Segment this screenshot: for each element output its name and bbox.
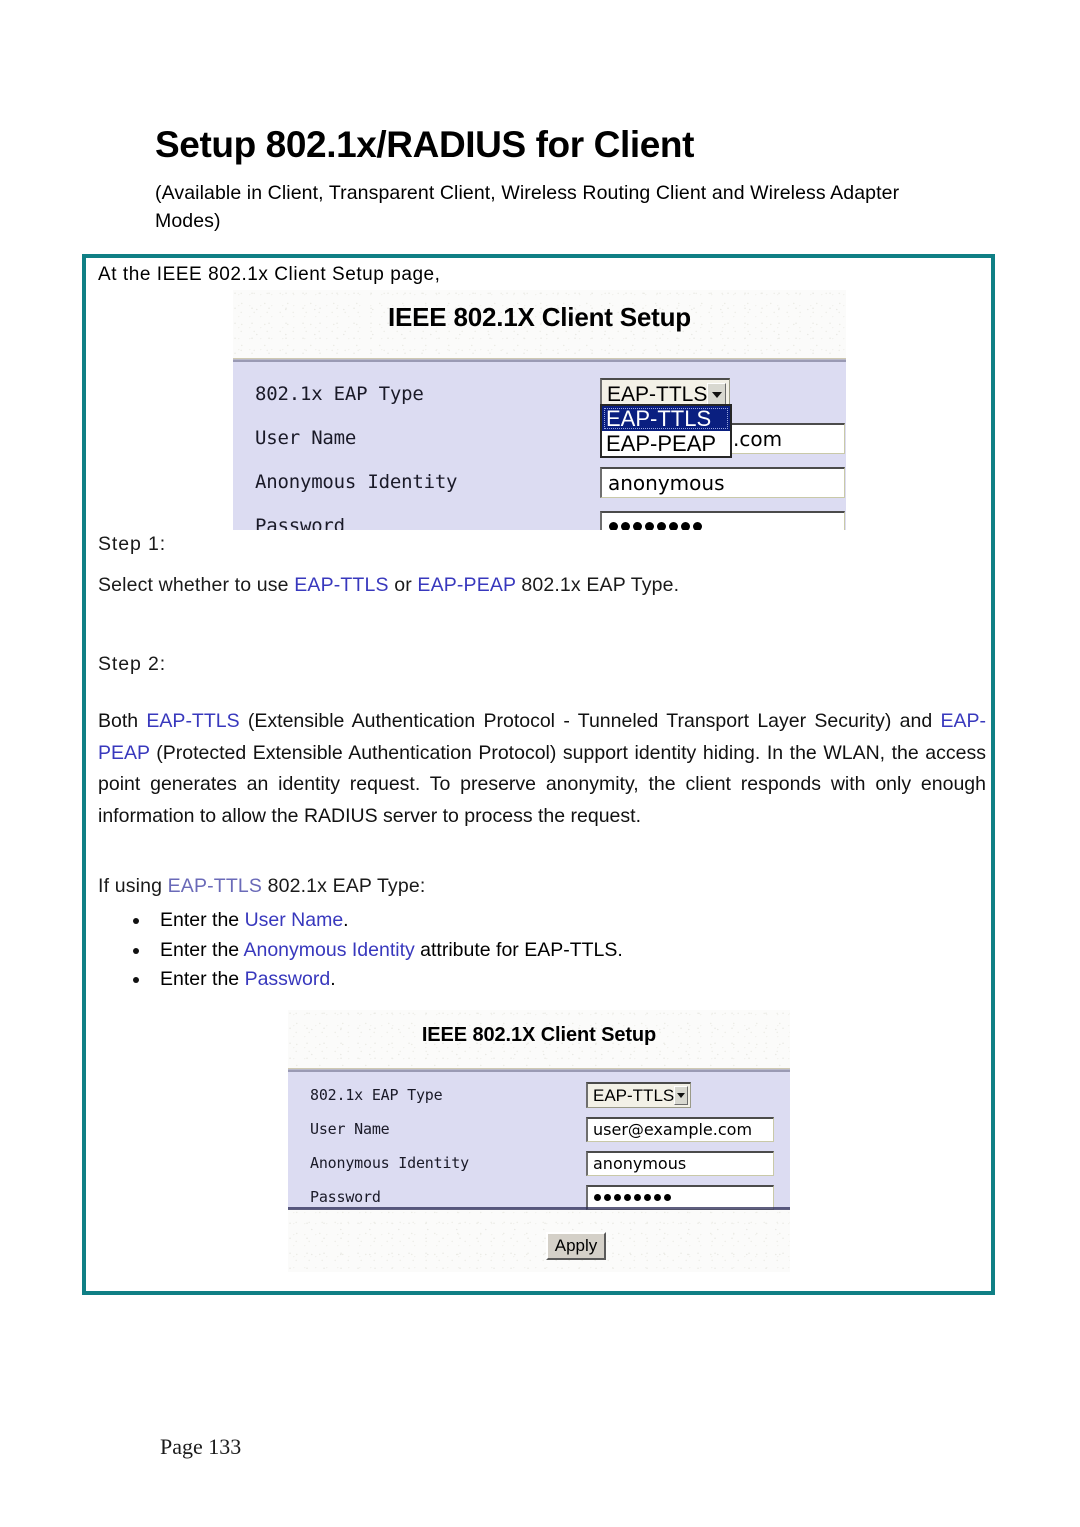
row-password: Password bbox=[233, 508, 846, 530]
screenshot-2-header-title: IEEE 802.1X Client Setup bbox=[421, 1024, 657, 1046]
chevron-down-icon[interactable] bbox=[674, 1086, 688, 1105]
label-anonymous-identity: Anonymous Identity bbox=[255, 471, 458, 493]
document-page: Setup 802.1x/RADIUS for Client (Availabl… bbox=[0, 0, 1080, 1527]
apply-button[interactable]: Apply bbox=[546, 1232, 606, 1260]
label-password-2: Password bbox=[310, 1188, 381, 1206]
if-using-prefix: If using bbox=[98, 875, 168, 897]
label-user-name-2: User Name bbox=[310, 1120, 390, 1138]
input-anonymous-identity-2-value: anonymous bbox=[593, 1154, 687, 1173]
eap-form-panel-2: 802.1x EAP Type EAP-TTLS User Name user@… bbox=[288, 1070, 790, 1210]
list-item: Enter the User Name. bbox=[98, 906, 898, 936]
instruction-bullet-list: Enter the User Name. Enter the Anonymous… bbox=[98, 906, 898, 995]
input-anonymous-identity[interactable]: anonymous bbox=[600, 466, 845, 498]
bullet-1-prefix: Enter the bbox=[160, 909, 245, 931]
page-title: Setup 802.1x/RADIUS for Client bbox=[155, 124, 695, 165]
step-1-keyword-peap: EAP-PEAP bbox=[417, 574, 516, 596]
select-eap-type-value: EAP-TTLS bbox=[607, 382, 708, 406]
bullet-dot-icon bbox=[133, 918, 139, 924]
bullet-2-keyword: Anonymous Identity bbox=[243, 938, 415, 961]
row-eap-type-2: 802.1x EAP Type EAP-TTLS bbox=[288, 1080, 790, 1110]
bullet-3-suffix: . bbox=[330, 968, 336, 991]
apply-button-label: Apply bbox=[554, 1236, 598, 1255]
label-password: Password bbox=[255, 515, 345, 530]
step-1-text-b: or bbox=[388, 574, 418, 596]
input-user-name-2-value: user@example.com bbox=[593, 1120, 753, 1139]
bullet-3-keyword: Password bbox=[244, 968, 331, 991]
input-password[interactable] bbox=[600, 510, 845, 530]
screenshot-eap-filled: IEEE 802.1X Client Setup 802.1x EAP Type… bbox=[288, 1010, 790, 1272]
bullet-3-prefix: Enter the bbox=[160, 968, 245, 991]
bullet-2-prefix: Enter the bbox=[160, 938, 244, 961]
step-1-keyword-ttls: EAP-TTLS bbox=[294, 574, 389, 596]
row-anonymous-identity: Anonymous Identity anonymous bbox=[233, 464, 846, 500]
if-using-suffix: 802.1x EAP Type: bbox=[262, 875, 426, 897]
bullet-dot-icon bbox=[133, 977, 139, 984]
bullet-1-keyword: User Name bbox=[244, 909, 344, 931]
password-mask-dots bbox=[609, 522, 702, 530]
page-number: Page 133 bbox=[160, 1434, 242, 1459]
row-user-name-2: User Name user@example.com bbox=[288, 1114, 790, 1144]
input-anonymous-identity-2[interactable]: anonymous bbox=[586, 1150, 774, 1176]
step-1-label: Step 1: bbox=[98, 533, 167, 555]
screenshot-eap-dropdown-open: IEEE 802.1X Client Setup 802.1x EAP Type… bbox=[233, 290, 846, 530]
label-eap-type: 802.1x EAP Type bbox=[255, 383, 424, 405]
label-eap-type-2: 802.1x EAP Type bbox=[310, 1086, 443, 1104]
eap-form-panel: 802.1x EAP Type EAP-TTLS User Name .com bbox=[233, 360, 846, 530]
bullet-2-suffix: attribute for EAP-TTLS. bbox=[414, 938, 623, 961]
chevron-down-icon[interactable] bbox=[707, 383, 726, 406]
input-user-name-value: .com bbox=[733, 426, 783, 451]
eap-type-dropdown-list[interactable]: EAP-TTLS EAP-PEAP bbox=[600, 404, 732, 458]
label-user-name: User Name bbox=[255, 427, 357, 449]
if-using-line: If using EAP-TTLS 802.1x EAP Type: bbox=[98, 875, 425, 898]
step-2-text-b: (Extensible Authentication Protocol - Tu… bbox=[239, 710, 941, 732]
step-2-text-a: Both bbox=[98, 710, 147, 732]
input-anonymous-identity-value: anonymous bbox=[608, 470, 725, 495]
step-2-paragraph: Both EAP-TTLS (Extensible Authentication… bbox=[98, 706, 986, 832]
screenshot-header-title: IEEE 802.1X Client Setup bbox=[388, 302, 691, 332]
intro-line: At the IEEE 802.1x Client Setup page, bbox=[98, 264, 441, 285]
page-subtitle: (Available in Client, Transparent Client… bbox=[155, 182, 900, 232]
bullet-dot-icon bbox=[133, 947, 139, 954]
bullet-1-suffix: . bbox=[343, 909, 349, 931]
row-user-name: User Name .com bbox=[233, 420, 846, 456]
list-item: Enter the Anonymous Identity attribute f… bbox=[98, 936, 898, 966]
select-eap-type-2[interactable]: EAP-TTLS bbox=[586, 1082, 691, 1108]
list-item: Enter the Password. bbox=[98, 965, 898, 995]
step-2-label: Step 2: bbox=[98, 653, 167, 675]
panel-bottom-divider bbox=[288, 1207, 790, 1210]
dropdown-option-eap-peap[interactable]: EAP-PEAP bbox=[602, 431, 730, 456]
step-1-text-c: 802.1x EAP Type. bbox=[515, 574, 680, 596]
row-eap-type: 802.1x EAP Type EAP-TTLS bbox=[233, 376, 846, 412]
step-1-text: Select whether to use EAP-TTLS or EAP-PE… bbox=[98, 574, 679, 597]
step-1-text-a: Select whether to use bbox=[98, 574, 295, 596]
input-password-2[interactable] bbox=[586, 1184, 774, 1210]
step-2-text-c: (Protected Extensible Authentication Pro… bbox=[98, 741, 986, 827]
password-mask-dots bbox=[594, 1194, 671, 1201]
dropdown-option-eap-ttls[interactable]: EAP-TTLS bbox=[602, 406, 730, 431]
row-anonymous-identity-2: Anonymous Identity anonymous bbox=[288, 1148, 790, 1178]
if-using-keyword: EAP-TTLS bbox=[167, 875, 263, 897]
step-2-keyword-ttls: EAP-TTLS bbox=[146, 710, 240, 732]
input-user-name-2[interactable]: user@example.com bbox=[586, 1116, 774, 1142]
select-eap-type-2-value: EAP-TTLS bbox=[593, 1085, 675, 1105]
label-anonymous-identity-2: Anonymous Identity bbox=[310, 1154, 469, 1172]
